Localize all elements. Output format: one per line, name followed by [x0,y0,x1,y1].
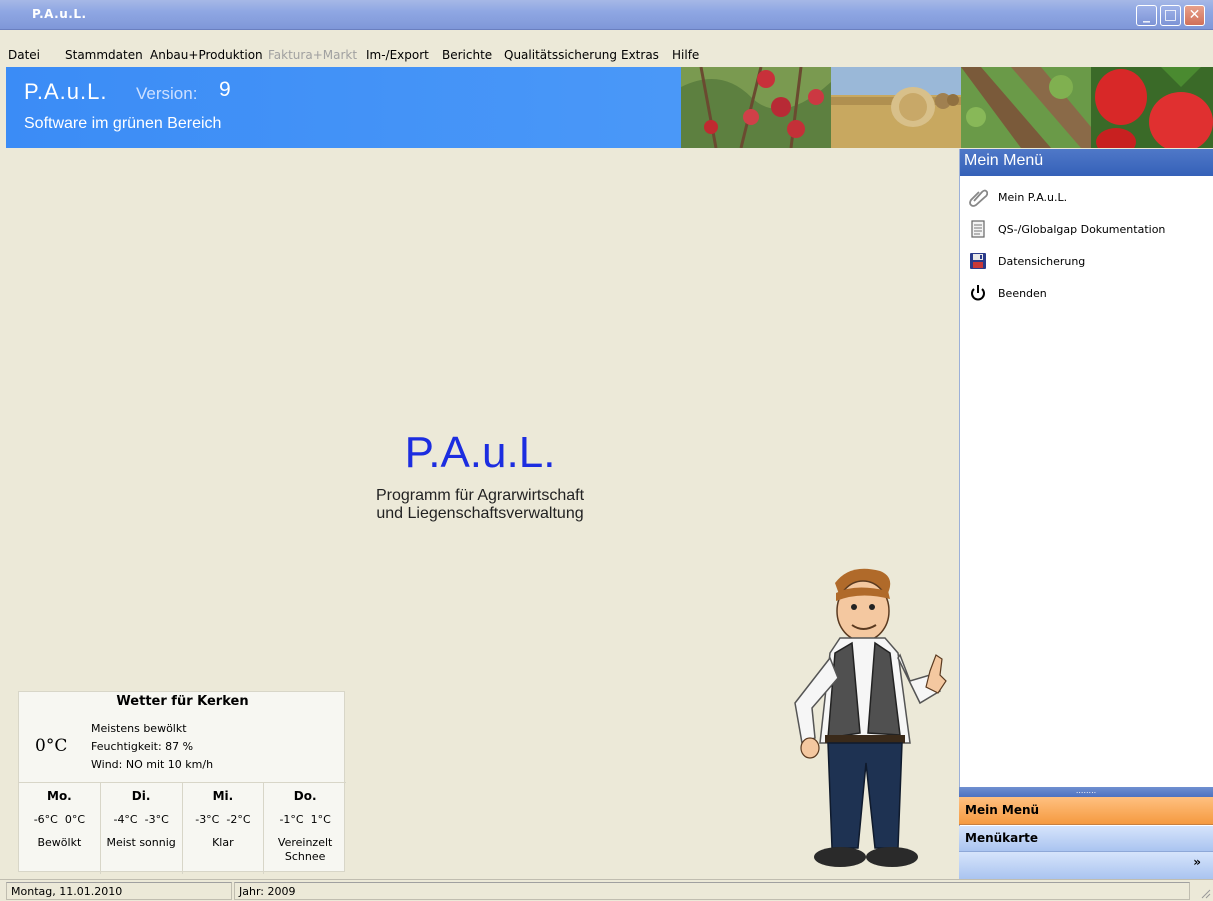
paperclip-icon [969,189,988,207]
status-date: Montag, 11.01.2010 [6,882,232,900]
window-title: P.A.u.L. [32,7,87,21]
panel-item-mein-paul[interactable]: Mein P.A.u.L. [966,187,1206,209]
header-title: P.A.u.L. [24,79,108,104]
forecast-day: Di. -4°C -3°C Meist sonnig [101,783,183,874]
center-subtitle-line2: und Liegenschaftsverwaltung [376,505,584,522]
forecast-day-condition: Vereinzelt Schnee [264,836,346,864]
forecast-day-temps: -1°C 1°C [279,813,331,826]
nav-button-menuekarte[interactable]: Menükarte [959,826,1213,852]
close-icon: ✕ [1188,7,1201,23]
panel-splitter-grip[interactable]: ........ [959,787,1213,797]
menu-bar: Datei Stammdaten Anbau+Produktion Faktur… [0,44,1213,66]
nav-overflow-bar: » [959,852,1213,879]
forecast-day-condition: Meist sonnig [101,836,182,850]
forecast-day-temps: -3°C -2°C [195,813,251,826]
forecast-day-name: Do. [293,789,317,803]
forecast-day-name: Mi. [212,789,234,803]
header-version-number: 9 [219,78,231,101]
center-logo-subtitle: Programm für Agrarwirtschaft und Liegens… [330,487,630,523]
menu-berichte[interactable]: Berichte [442,48,492,62]
nav-button-mein-menue[interactable]: Mein Menü [959,797,1213,825]
close-button[interactable]: ✕ [1184,5,1205,26]
forecast-day-name: Di. [131,789,151,803]
center-subtitle-line1: Programm für Agrarwirtschaft [375,487,585,504]
weather-current-details: Meistens bewölkt Feuchtigkeit: 87 % Wind… [91,720,213,774]
minimize-button[interactable]: _ [1136,5,1157,26]
header-banner-image [681,67,1213,148]
menu-anbau-produktion[interactable]: Anbau+Produktion [150,48,263,62]
panel-item-label: Beenden [998,287,1047,300]
crop-field-image [961,67,1091,148]
apple-tree-image [681,67,831,148]
forecast-day-condition: Klar [183,836,264,850]
panel-item-label: Mein P.A.u.L. [998,191,1068,204]
weather-title: Wetter für Kerken [116,694,249,709]
forecast-condition-line2: Schnee [284,850,326,863]
chevron-more-icon[interactable]: » [1193,855,1201,869]
header-subtitle: Software im grünen Bereich [24,115,222,132]
document-icon [971,220,985,238]
forecast-condition-line1: Klar [212,836,234,849]
weather-wind: Wind: NO mit 10 km/h [91,758,214,771]
forecast-condition-line1: Bewölkt [37,836,82,849]
weather-widget: Wetter für Kerken 0°C Meistens bewölkt F… [18,691,346,874]
forecast-day-name: Mo. [47,789,72,803]
window-titlebar[interactable]: P.A.u.L. _ □ ✕ [0,0,1213,30]
maximize-icon: □ [1163,7,1178,23]
forecast-condition-line1: Meist sonnig [106,836,176,849]
center-logo-title: P.A.u.L. [404,428,556,477]
panel-item-datensicherung[interactable]: Datensicherung [966,251,1206,273]
hay-bale-field-image [831,67,961,148]
power-icon [971,285,985,301]
floppy-disk-icon [970,253,986,269]
panel-item-label: QS-/Globalgap Dokumentation [998,223,1166,236]
weather-forecast: Mo. -6°C 0°C Bewölkt Di. -4°C -3°C Meist… [19,782,346,874]
status-bar: Montag, 11.01.2010 Jahr: 2009 [0,879,1213,901]
weather-humidity: Feuchtigkeit: 87 % [91,740,194,753]
menu-faktura-markt: Faktura+Markt [268,48,358,62]
weather-condition: Meistens bewölkt [91,722,187,735]
forecast-day-condition: Bewölkt [19,836,100,850]
forecast-day: Mo. -6°C 0°C Bewölkt [19,783,101,874]
status-year: Jahr: 2009 [234,882,1190,900]
maximize-button[interactable]: □ [1160,5,1181,26]
menu-hilfe[interactable]: Hilfe [672,48,699,62]
header-version-label: Version: [136,84,198,103]
app-header: P.A.u.L. Version: 9 Software im grünen B… [6,67,681,148]
forecast-day-temps: -6°C 0°C [33,813,86,826]
farmer-mascot-illustration [794,568,947,867]
forecast-condition-line1: Vereinzelt [277,836,333,849]
menu-qualitaetssicherung[interactable]: Qualitätssicherung [504,48,617,62]
menu-im-export[interactable]: Im-/Export [366,48,429,62]
resize-grip-icon[interactable] [1199,887,1211,899]
panel-title: Mein Menü [960,149,1213,176]
mein-menue-panel: Mein Menü Mein P.A.u.L. QS-/Globalgap Do… [959,149,1213,879]
menu-stammdaten[interactable]: Stammdaten [65,48,143,62]
forecast-day: Do. -1°C 1°C Vereinzelt Schnee [264,783,346,874]
strawberry-image [1091,67,1213,148]
minimize-icon: _ [1143,7,1150,23]
panel-item-beenden[interactable]: Beenden [966,283,1206,305]
forecast-day-temps: -4°C -3°C [113,813,169,826]
panel-item-label: Datensicherung [998,255,1086,268]
panel-item-qs-globalgap[interactable]: QS-/Globalgap Dokumentation [966,219,1206,241]
menu-datei[interactable]: Datei [8,48,40,62]
weather-current-temp: 0°C [35,736,68,756]
forecast-day: Mi. -3°C -2°C Klar [183,783,265,874]
menu-extras[interactable]: Extras [621,48,659,62]
